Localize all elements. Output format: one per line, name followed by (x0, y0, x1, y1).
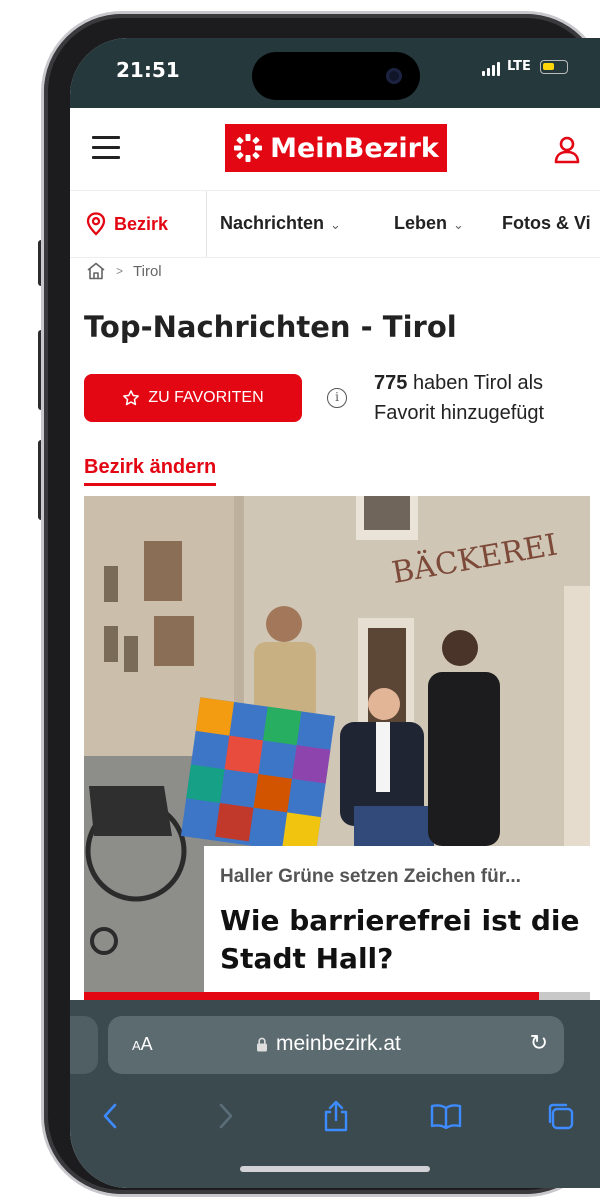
url-text: meinbezirk.at (276, 1032, 401, 1055)
dynamic-island (252, 52, 420, 100)
reload-icon[interactable]: ↻ (530, 1030, 548, 1056)
phone-screen: 21:51 LTE MeinBezirk Bezirk Nachrichten … (70, 38, 600, 1188)
nav-item-label: Fotos & Vi (502, 213, 591, 233)
share-icon[interactable] (320, 1100, 352, 1132)
breadcrumb-current[interactable]: Tirol (133, 263, 162, 280)
nav-item-fotos[interactable]: Fotos & Vi (502, 213, 591, 234)
home-indicator[interactable] (240, 1166, 430, 1172)
breadcrumb: > Tirol (86, 262, 162, 280)
bookmarks-icon[interactable] (430, 1100, 462, 1132)
category-nav: Bezirk Nachrichten ⌄ Leben ⌄ Fotos & Vi (70, 190, 600, 258)
location-pin-icon (86, 212, 106, 236)
back-icon[interactable] (94, 1100, 126, 1132)
nav-item-leben[interactable]: Leben ⌄ (394, 213, 464, 234)
browser-toolbar: AA meinbezirk.at ↻ (70, 1000, 600, 1188)
logo-text: MeinBezirk (270, 132, 439, 164)
status-time: 21:51 (116, 58, 180, 82)
lock-icon (257, 1037, 267, 1051)
add-favorite-button[interactable]: ZU FAVORITEN (84, 374, 302, 422)
slider-progress-fill (84, 992, 540, 1000)
tabs-icon[interactable] (544, 1100, 576, 1132)
menu-icon[interactable] (92, 136, 120, 166)
favorite-count: 775 (374, 372, 408, 394)
site-logo[interactable]: MeinBezirk (225, 124, 447, 172)
change-bezirk-link[interactable]: Bezirk ändern (84, 456, 217, 486)
nav-item-label: Leben (394, 213, 448, 233)
site-header: MeinBezirk (70, 108, 600, 190)
article-headline[interactable]: Wie barrierefrei ist die Stadt Hall? (220, 902, 580, 978)
nav-item-nachrichten[interactable]: Nachrichten ⌄ (220, 213, 341, 234)
home-icon[interactable] (86, 262, 106, 280)
text-size-button[interactable]: AA (132, 1034, 153, 1055)
chevron-down-icon: ⌄ (330, 217, 341, 232)
breadcrumb-separator-icon: > (116, 264, 124, 278)
camera-icon (386, 68, 402, 84)
star-icon (123, 390, 140, 406)
article-card[interactable]: BÄCKEREI Haller Grüne setzen Zeichen für… (84, 496, 590, 996)
slider-progress-bar (84, 992, 590, 1000)
add-favorite-label: ZU FAVORITEN (148, 389, 264, 406)
forward-icon (210, 1100, 242, 1132)
info-icon[interactable]: i (327, 388, 347, 408)
article-caption: Haller Grüne setzen Zeichen für... Wie b… (204, 846, 590, 996)
status-bar: 21:51 LTE (70, 38, 600, 108)
bezirk-label: Bezirk (114, 213, 169, 234)
signal-icon (482, 60, 500, 76)
chevron-down-icon: ⌄ (453, 217, 464, 232)
url-display[interactable]: meinbezirk.at (256, 1032, 401, 1056)
battery-level (543, 63, 554, 70)
battery-icon (540, 60, 568, 74)
previous-tab-preview[interactable] (70, 1016, 98, 1074)
favorite-count-text: 775 haben Tirol als Favorit hinzugefügt (374, 368, 600, 428)
nav-item-label: Nachrichten (220, 213, 325, 233)
logo-icon (234, 134, 263, 162)
article-kicker: Haller Grüne setzen Zeichen für... (220, 866, 521, 887)
user-icon[interactable] (554, 136, 580, 164)
bezirk-nav-item[interactable]: Bezirk (70, 191, 207, 257)
address-bar[interactable]: AA meinbezirk.at ↻ (108, 1016, 564, 1074)
page-title: Top-Nachrichten - Tirol (84, 310, 457, 344)
network-label: LTE (507, 59, 531, 74)
